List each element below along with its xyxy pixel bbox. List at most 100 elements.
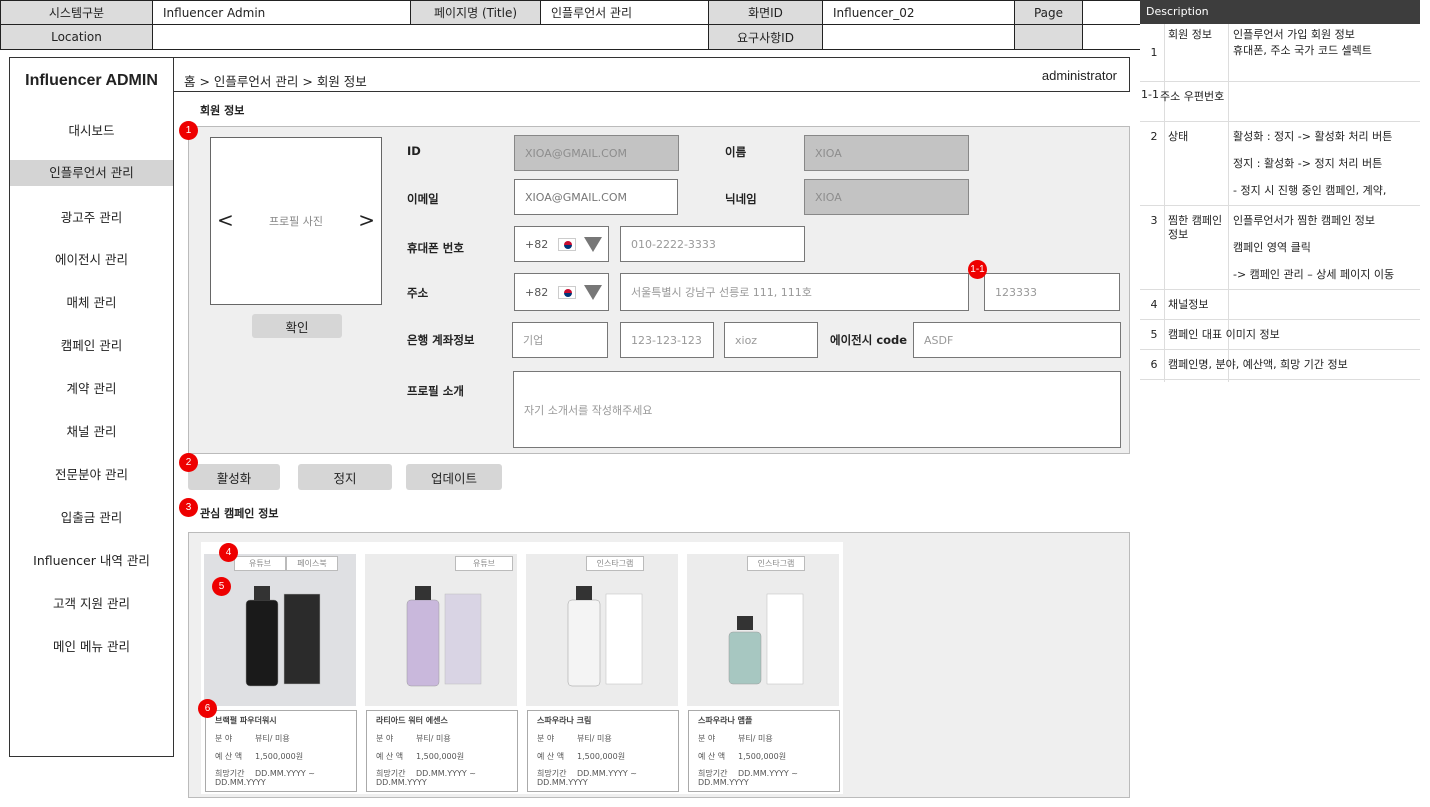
suspend-button[interactable]: 정지: [298, 464, 392, 490]
spec-header-table: 시스템구분 Influencer Admin 페이지명 (Title) 인플루언…: [0, 0, 1140, 50]
agency-code-field[interactable]: ASDF: [913, 322, 1121, 358]
campaign-info-card[interactable]: 스파우라나 크림 분 야 뷰티/ 미용 예 산 액 1,500,000원 희망기간 DD.M…: [527, 710, 679, 792]
system-value: Influencer Admin: [153, 1, 411, 25]
campaign-name: 스파우라나 앰플: [698, 716, 753, 725]
period-label: 희망기간: [215, 769, 245, 778]
period-label: 희망기간: [698, 769, 728, 778]
page-title-label: 페이지명 (Title): [411, 1, 541, 25]
description-row: 3 찜한 캠페인 정보 인플루언서가 찜한 캠페인 정보 캠페인 영역 클릭 -> 캠페…: [1140, 206, 1420, 290]
phone-label: 휴대폰 번호: [407, 241, 464, 255]
description-detail: -> 캠페인 관리 – 상세 페이지 이동: [1233, 268, 1395, 281]
description-title: 주소 우편번호: [1160, 90, 1225, 103]
nickname-field[interactable]: XIOA: [804, 179, 969, 215]
field-label: 분 야: [537, 734, 555, 743]
profile-photo-label: 프로필 사진: [268, 215, 324, 228]
description-num: 1-1: [1141, 88, 1159, 101]
description-detail: 활성화 : 정지 -> 활성화 처리 버튼: [1233, 130, 1393, 143]
phone-field[interactable]: 010-2222-3333: [620, 226, 805, 262]
bank-holder-field[interactable]: xioz: [724, 322, 818, 358]
campaign-info-card[interactable]: 브랙펄 파우더워시 분 야 뷰티/ 미용 예 산 액 1,500,000원 희망기간 DD.…: [205, 710, 357, 792]
description-row: 1-1 주소 우편번호: [1140, 82, 1420, 122]
description-row: 2 상태 활성화 : 정지 -> 활성화 처리 버튼정지 : 활성화 -> 정지 처…: [1140, 122, 1420, 206]
budget-label: 예 산 액: [215, 752, 243, 761]
page-value: [1083, 1, 1140, 25]
description-detail: 휴대폰, 주소 국가 코드 셀렉트: [1233, 44, 1372, 57]
postcode-field[interactable]: 123333: [984, 273, 1120, 311]
campaign-period-row: 희망기간 DD.MM.YYYY ~ DD.MM.YYYY: [698, 769, 836, 787]
campaign-info-card[interactable]: 스파우라나 앰플 분 야 뷰티/ 미용 예 산 액 1,500,000원 희망기간 DD.M…: [688, 710, 840, 792]
description-row: 1 회원 정보 인플루언서 가입 회원 정보 휴대폰, 주소 국가 코드 셀렉트: [1140, 24, 1420, 82]
intro-label: 프로필 소개: [407, 384, 464, 398]
campaign-name: 스파우라나 크림: [537, 716, 592, 725]
product-photo: [365, 554, 517, 706]
name-field[interactable]: XIOA: [804, 135, 969, 171]
sidebar-menu-item[interactable]: 대시보드: [10, 120, 173, 139]
bank-name-field[interactable]: 기업: [512, 322, 608, 358]
address-field[interactable]: 서울특별시 강남구 선릉로 111, 111호: [620, 273, 969, 311]
user-name[interactable]: administrator: [1042, 68, 1117, 83]
sidebar-menu-item[interactable]: 메인 메뉴 관리: [10, 636, 173, 655]
description-detail: - 정지 시 진행 중인 캠페인, 계약,: [1233, 184, 1387, 197]
description-num: 2: [1150, 130, 1158, 143]
sidebar-menu-item[interactable]: 캠페인 관리: [10, 335, 173, 354]
campaign-image[interactable]: [526, 554, 678, 706]
product-photo: [687, 554, 839, 706]
sidebar-menu-item[interactable]: 전문분야 관리: [10, 464, 173, 483]
sidebar-menu-item[interactable]: 입출금 관리: [10, 507, 173, 526]
budget-value: 1,500,000원: [255, 752, 304, 761]
channel-tag: 인스타그램: [586, 556, 644, 571]
top-bar: 홈 > 인플루언서 관리 > 회원 정보 administrator: [174, 57, 1130, 92]
activate-button[interactable]: 활성화: [188, 464, 280, 490]
budget-label: 예 산 액: [537, 752, 565, 761]
system-label: 시스템구분: [1, 1, 153, 25]
update-button[interactable]: 업데이트: [406, 464, 502, 490]
sidebar-menu-item[interactable]: Influencer 내역 관리: [10, 550, 173, 569]
intro-textarea[interactable]: 자기 소개서를 작성해주세요: [513, 371, 1121, 448]
sidebar-menu-item[interactable]: 광고주 관리: [10, 207, 173, 226]
campaign-period-row: 희망기간 DD.MM.YYYY ~ DD.MM.YYYY: [537, 769, 675, 787]
campaign-info-card[interactable]: 라티아드 워터 에센스 분 야 뷰티/ 미용 예 산 액 1,500,000원 희망기간 D…: [366, 710, 518, 792]
description-detail: 캠페인 영역 클릭: [1233, 241, 1311, 254]
sidebar-menu-item[interactable]: 인플루언서 관리: [10, 160, 173, 186]
bank-account-field[interactable]: 123-123-123: [620, 322, 714, 358]
campaign-image[interactable]: [687, 554, 839, 706]
address-country-select[interactable]: +82: [514, 273, 609, 311]
sidebar-menu-item[interactable]: 매체 관리: [10, 292, 173, 311]
sidebar-menu-item[interactable]: 고객 지원 관리: [10, 593, 173, 612]
phone-country-select[interactable]: +82: [514, 226, 609, 262]
confirm-button[interactable]: 확인: [252, 314, 342, 338]
annotation-badge: 1-1: [968, 260, 987, 279]
campaign-field-row: 분 야 뷰티/ 미용: [537, 733, 612, 744]
bank-label: 은행 계좌정보: [407, 333, 475, 347]
description-row: 5 캠페인 대표 이미지 정보: [1140, 320, 1420, 350]
description-detail: 정지 : 활성화 -> 정지 처리 버튼: [1233, 157, 1383, 170]
campaign-image[interactable]: [204, 554, 356, 706]
page-title-value: 인플루언서 관리: [541, 1, 709, 25]
budget-value: 1,500,000원: [738, 752, 787, 761]
member-section-title: 회원 정보: [200, 104, 245, 117]
sidebar-menu-item[interactable]: 채널 관리: [10, 421, 173, 440]
profile-photo-slider: < 프로필 사진 >: [210, 137, 382, 305]
id-field[interactable]: XIOA@GMAIL.COM: [514, 135, 679, 171]
location-value: [153, 25, 709, 49]
annotation-badge: 1: [179, 121, 198, 140]
campaign-budget-row: 예 산 액 1,500,000원: [698, 751, 786, 762]
breadcrumb: 홈 > 인플루언서 관리 > 회원 정보: [184, 74, 367, 89]
product-photo: [204, 554, 356, 706]
next-arrow-icon[interactable]: >: [358, 208, 375, 232]
sidebar-menu-item[interactable]: 에이전시 관리: [10, 249, 173, 268]
email-field[interactable]: XIOA@GMAIL.COM: [514, 179, 678, 215]
campaign-image[interactable]: [365, 554, 517, 706]
id-label: ID: [407, 144, 421, 158]
campaign-period-row: 희망기간 DD.MM.YYYY ~ DD.MM.YYYY: [376, 769, 514, 787]
campaign-budget-row: 예 산 액 1,500,000원: [376, 751, 464, 762]
korea-flag-icon: [558, 285, 577, 299]
requirement-id-value: [823, 25, 1015, 49]
description-title: 상태: [1168, 130, 1189, 143]
page-label-2: [1015, 25, 1083, 49]
description-num: 6: [1150, 358, 1158, 371]
location-label: Location: [1, 25, 153, 49]
sidebar-menu-item[interactable]: 계약 관리: [10, 378, 173, 397]
budget-label: 예 산 액: [376, 752, 404, 761]
screen-id-value: Influencer_02: [823, 1, 1015, 25]
